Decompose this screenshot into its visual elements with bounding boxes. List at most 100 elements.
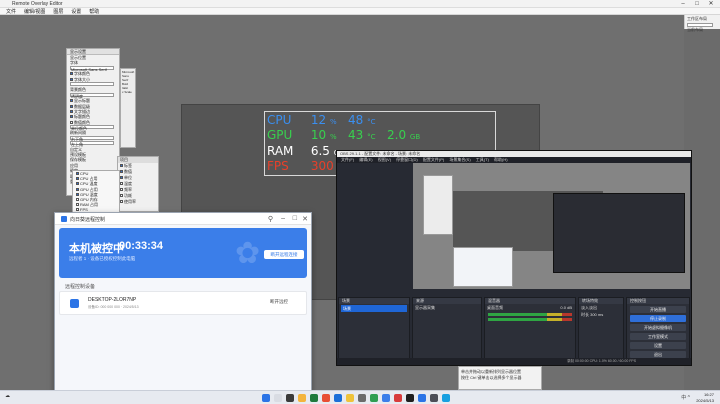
item-label: 频率 <box>124 187 132 192</box>
source-item[interactable]: 显示器采集 <box>413 304 481 311</box>
settings-row[interactable]: 左上角 <box>67 141 119 147</box>
app-icon[interactable] <box>346 394 354 402</box>
transition-select[interactable]: 淡入淡出 <box>579 304 623 311</box>
scene-item[interactable]: 场景 <box>341 305 407 312</box>
obs-menu-file[interactable]: 文件(F) <box>341 157 354 162</box>
strip-row[interactable]: Sans Serif <box>122 74 134 82</box>
obs-menu-tools[interactable]: 工具(T) <box>476 157 489 162</box>
strip-row[interactable]: x Scale <box>122 90 134 94</box>
input-field[interactable]: 左上角 <box>70 141 114 147</box>
checkbox[interactable] <box>70 109 73 113</box>
checkbox[interactable] <box>120 164 123 167</box>
close-icon[interactable]: ✕ <box>302 215 308 223</box>
checkbox[interactable] <box>120 170 123 173</box>
minimize-button[interactable]: – <box>676 0 690 8</box>
obs-menu-docks[interactable]: 停靠窗口(D) <box>396 157 418 162</box>
device-disconnect-button[interactable]: 断开远控 <box>270 299 288 305</box>
obs-preview[interactable] <box>413 163 690 289</box>
obs-window: OBS 29.1.1 - 配置文件: 未命名 - 场景: 未命名 文件(F) 编… <box>336 150 692 366</box>
checkbox[interactable] <box>120 188 123 191</box>
gpu-mem: 2.0 <box>387 128 407 142</box>
cpu-temp-unit: °C <box>367 118 376 126</box>
checkbox[interactable] <box>76 197 79 201</box>
device-name: DESKTOP-2LOR7NP <box>88 297 137 303</box>
search-icon[interactable] <box>274 394 282 402</box>
minimize-icon[interactable]: – <box>281 215 285 222</box>
studio-mode-button[interactable]: 工作室模式 <box>630 333 686 340</box>
maximize-button[interactable]: □ <box>690 0 704 8</box>
checkbox[interactable] <box>70 99 73 103</box>
maximize-icon[interactable]: □ <box>293 215 297 222</box>
app-icon[interactable] <box>310 394 318 402</box>
ram-label: RAM <box>267 144 294 158</box>
close-button[interactable]: ✕ <box>704 0 718 8</box>
checkbox[interactable] <box>70 77 73 81</box>
overlay-gpu-row: GPU 10 % 43 °C 2.0 GB <box>267 128 420 142</box>
system-tray[interactable]: 中 ^ <box>681 394 690 401</box>
checkbox[interactable] <box>70 115 73 119</box>
obs-menu-edit[interactable]: 编辑(E) <box>359 157 372 162</box>
checkbox[interactable] <box>70 104 73 108</box>
app-icon[interactable] <box>358 394 366 402</box>
item-row[interactable]: 使用率 <box>118 199 158 205</box>
obs-menu-view[interactable]: 视图(V) <box>378 157 391 162</box>
checkbox[interactable] <box>120 182 123 185</box>
checkbox[interactable] <box>76 208 79 212</box>
input-field[interactable] <box>70 81 114 86</box>
ram-value: 6.5 <box>310 144 330 158</box>
checkbox[interactable] <box>120 194 123 197</box>
checkbox[interactable] <box>76 177 79 181</box>
obs-menu-scenes[interactable]: 场景集合(S) <box>449 157 470 162</box>
pin-icon[interactable]: ⚲ <box>268 215 273 223</box>
settings-label: 显示标题 <box>74 98 90 104</box>
obs-app-icon[interactable] <box>430 394 438 402</box>
item-label: 单位 <box>124 175 132 180</box>
settings-label: 文字描边 <box>74 108 90 114</box>
checkbox[interactable] <box>76 182 79 186</box>
checkbox[interactable] <box>76 192 79 196</box>
gpu-label: GPU <box>267 128 293 142</box>
sunflower-watermark-icon: ✿ <box>235 237 261 270</box>
stop-recording-button[interactable]: 停止录制 <box>630 315 686 322</box>
sunflower-app-icon[interactable] <box>418 394 426 402</box>
checkbox[interactable] <box>120 200 123 203</box>
exit-button[interactable]: 退出 <box>630 351 686 358</box>
checkbox[interactable] <box>76 203 79 207</box>
checkbox[interactable] <box>120 176 123 179</box>
obs-titlebar: OBS 29.1.1 - 配置文件: 未命名 - 场景: 未命名 <box>337 151 691 157</box>
bg-color-field[interactable]: 透明度 <box>70 92 114 98</box>
overlay-ram-row: RAM 6.5 GB <box>267 144 344 158</box>
clock[interactable]: 16:27 2024/5/13 <box>696 392 714 404</box>
input-field[interactable]: 单位颜色 <box>70 125 114 130</box>
transition-duration[interactable]: 时长 300 ms <box>579 311 623 318</box>
preview-obs-thumb <box>553 193 685 273</box>
app-icon[interactable] <box>394 394 402 402</box>
app-icon[interactable] <box>406 394 414 402</box>
app-icon[interactable] <box>442 394 450 402</box>
font-style-strip: Microsoft Sans Serif Bold Italic x Scale <box>120 68 136 148</box>
layout-current: 当前布局 <box>687 27 703 32</box>
edge-icon[interactable] <box>334 394 342 402</box>
obs-menu-help[interactable]: 帮助(H) <box>494 157 508 162</box>
app-icon[interactable] <box>382 394 390 402</box>
audio-meter <box>488 318 572 321</box>
file-explorer-icon[interactable] <box>298 394 306 402</box>
start-streaming-button[interactable]: 开始直播 <box>630 306 686 313</box>
obs-menu-profile[interactable]: 配置文件(P) <box>423 157 444 162</box>
font-field[interactable]: Microsoft Sans Serif <box>70 65 114 71</box>
checkbox[interactable] <box>70 72 73 76</box>
app-icon[interactable] <box>370 394 378 402</box>
checkbox[interactable] <box>76 187 79 191</box>
checkbox[interactable] <box>70 120 73 124</box>
virtual-camera-button[interactable]: 开始虚拟摄像机 <box>630 324 686 331</box>
settings-label: 标题颜色 <box>74 114 90 120</box>
settings-label: 字体大小 <box>74 76 90 82</box>
input-field[interactable]: 右下角 <box>70 135 114 141</box>
checkbox[interactable] <box>76 172 79 175</box>
start-icon[interactable] <box>262 394 270 402</box>
task-view-icon[interactable] <box>286 394 294 402</box>
disconnect-button[interactable]: 断开远程连接 <box>264 250 304 259</box>
settings-button[interactable]: 设置 <box>630 342 686 349</box>
app-icon[interactable] <box>322 394 330 402</box>
widgets-icon[interactable]: ☁ <box>5 393 10 399</box>
